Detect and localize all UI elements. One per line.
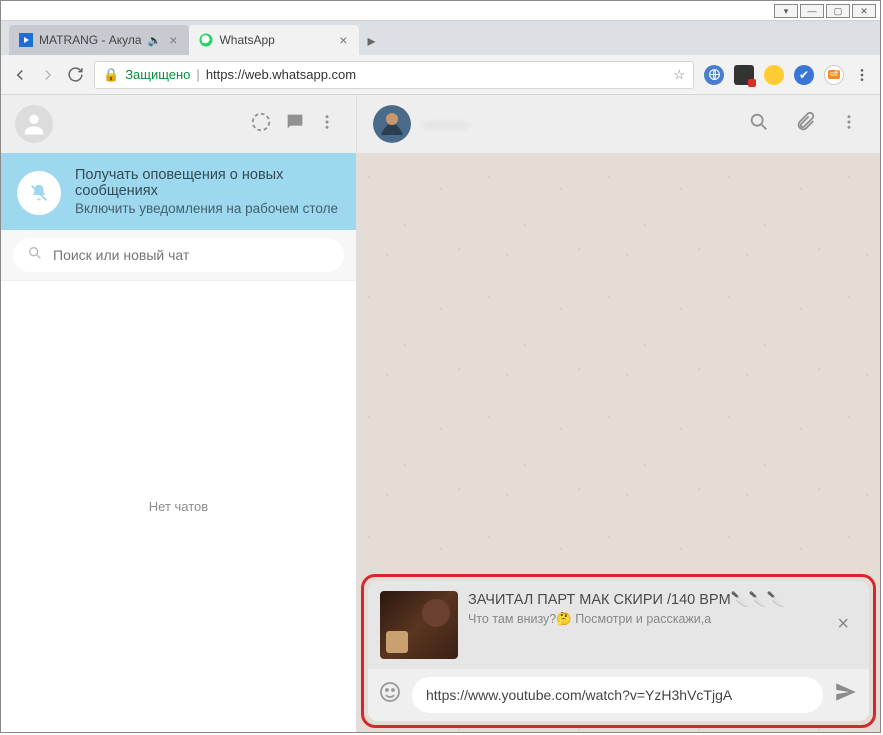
extension-off-icon[interactable]: off (824, 65, 844, 85)
send-button[interactable] (833, 679, 859, 710)
bell-off-icon (17, 171, 61, 215)
window-minimize-button[interactable]: — (800, 4, 824, 18)
whatsapp-app: Получать оповещения о новых сообщениях В… (1, 95, 880, 732)
preview-text: ЗАЧИТАЛ ПАРТ МАК СКИРИ /140 BPM🔪🔪🔪 Что т… (468, 591, 819, 627)
preview-close-button[interactable]: × (829, 609, 857, 640)
message-input-row: https://www.youtube.com/watch?v=YzH3hVcT… (368, 669, 869, 721)
chat-menu-icon[interactable] (834, 107, 864, 142)
bookmark-star-icon[interactable]: ☆ (673, 67, 685, 83)
nav-back-button[interactable] (11, 66, 29, 84)
tab-close-button[interactable]: × (337, 32, 349, 48)
tab-title: WhatsApp (219, 33, 331, 47)
extension-yandex-icon[interactable] (764, 65, 784, 85)
search-wrapper (1, 230, 356, 281)
browser-window: ▾ — ▢ ✕ MATRANG - Акула 🔈 × WhatsApp × ▸ (0, 0, 881, 733)
address-bar[interactable]: 🔒 Защищено | https://web.whatsapp.com ☆ (94, 61, 694, 89)
notification-line2: Включить уведомления на рабочем столе (75, 201, 340, 216)
contact-name: ——— (423, 116, 730, 133)
left-menu-icon[interactable] (312, 107, 342, 142)
tab-close-button[interactable]: × (167, 32, 179, 48)
empty-chats-label: Нет чатов (1, 281, 356, 732)
browser-tabstrip: MATRANG - Акула 🔈 × WhatsApp × ▸ (1, 21, 880, 55)
separator: | (196, 67, 199, 82)
own-avatar[interactable] (15, 105, 53, 143)
preview-subtitle: Что там внизу?🤔 Посмотри и расскажи,а (468, 612, 819, 627)
chat-header[interactable]: ——— (357, 95, 880, 153)
lock-icon: 🔒 (103, 67, 119, 83)
right-pane: ——— ЗАЧИТАЛ ПАРТ МАК СКИРИ /140 BPM🔪🔪🔪 Ч… (357, 95, 880, 732)
message-input[interactable]: https://www.youtube.com/watch?v=YzH3hVcT… (412, 677, 823, 713)
preview-thumbnail (380, 591, 458, 659)
notification-text: Получать оповещения о новых сообщениях В… (75, 167, 340, 216)
url-text: https://web.whatsapp.com (206, 67, 668, 82)
whatsapp-favicon-icon (199, 33, 213, 47)
link-preview: ЗАЧИТАЛ ПАРТ МАК СКИРИ /140 BPM🔪🔪🔪 Что т… (368, 581, 869, 669)
search-icon (27, 245, 43, 266)
window-close-button[interactable]: ✕ (852, 4, 876, 18)
preview-title: ЗАЧИТАЛ ПАРТ МАК СКИРИ /140 BPM🔪🔪🔪 (468, 591, 819, 609)
window-maximize-button[interactable]: ▢ (826, 4, 850, 18)
new-chat-icon[interactable] (278, 105, 312, 144)
browser-menu-button[interactable] (854, 67, 870, 83)
notification-line1: Получать оповещения о новых сообщениях (75, 167, 340, 199)
chat-background: ЗАЧИТАЛ ПАРТ МАК СКИРИ /140 BPM🔪🔪🔪 Что т… (357, 153, 880, 732)
os-titlebar: ▾ — ▢ ✕ (1, 1, 880, 21)
browser-tab-active[interactable]: WhatsApp × (189, 25, 359, 55)
audio-indicator-icon[interactable]: 🔈 (148, 34, 162, 47)
desktop-notification-banner[interactable]: Получать оповещения о новых сообщениях В… (1, 153, 356, 230)
contact-avatar[interactable] (373, 105, 411, 143)
left-pane: Получать оповещения о новых сообщениях В… (1, 95, 357, 732)
secure-label: Защищено (125, 67, 190, 82)
extension-adblock-icon[interactable] (734, 65, 754, 85)
left-header (1, 95, 356, 153)
tab-title: MATRANG - Акула (39, 33, 142, 47)
search-box[interactable] (13, 238, 344, 272)
compose-highlight: ЗАЧИТАЛ ПАРТ МАК СКИРИ /140 BPM🔪🔪🔪 Что т… (361, 574, 876, 728)
compose-area: ЗАЧИТАЛ ПАРТ МАК СКИРИ /140 BPM🔪🔪🔪 Что т… (368, 581, 869, 721)
attach-icon[interactable] (788, 105, 822, 144)
browser-tab-inactive[interactable]: MATRANG - Акула 🔈 × (9, 25, 189, 55)
browser-toolbar: 🔒 Защищено | https://web.whatsapp.com ☆ … (1, 55, 880, 95)
extension-globe-icon[interactable] (704, 65, 724, 85)
emoji-icon[interactable] (378, 680, 402, 709)
new-tab-button[interactable]: ▸ (359, 27, 383, 55)
search-input[interactable] (53, 247, 330, 263)
nav-forward-button[interactable] (39, 66, 57, 84)
play-favicon-icon (19, 33, 33, 47)
window-dropdown-button[interactable]: ▾ (774, 4, 798, 18)
extension-vk-icon[interactable]: ✔ (794, 65, 814, 85)
status-ring-icon[interactable] (244, 105, 278, 144)
nav-reload-button[interactable] (67, 66, 84, 83)
chat-search-icon[interactable] (742, 105, 776, 144)
